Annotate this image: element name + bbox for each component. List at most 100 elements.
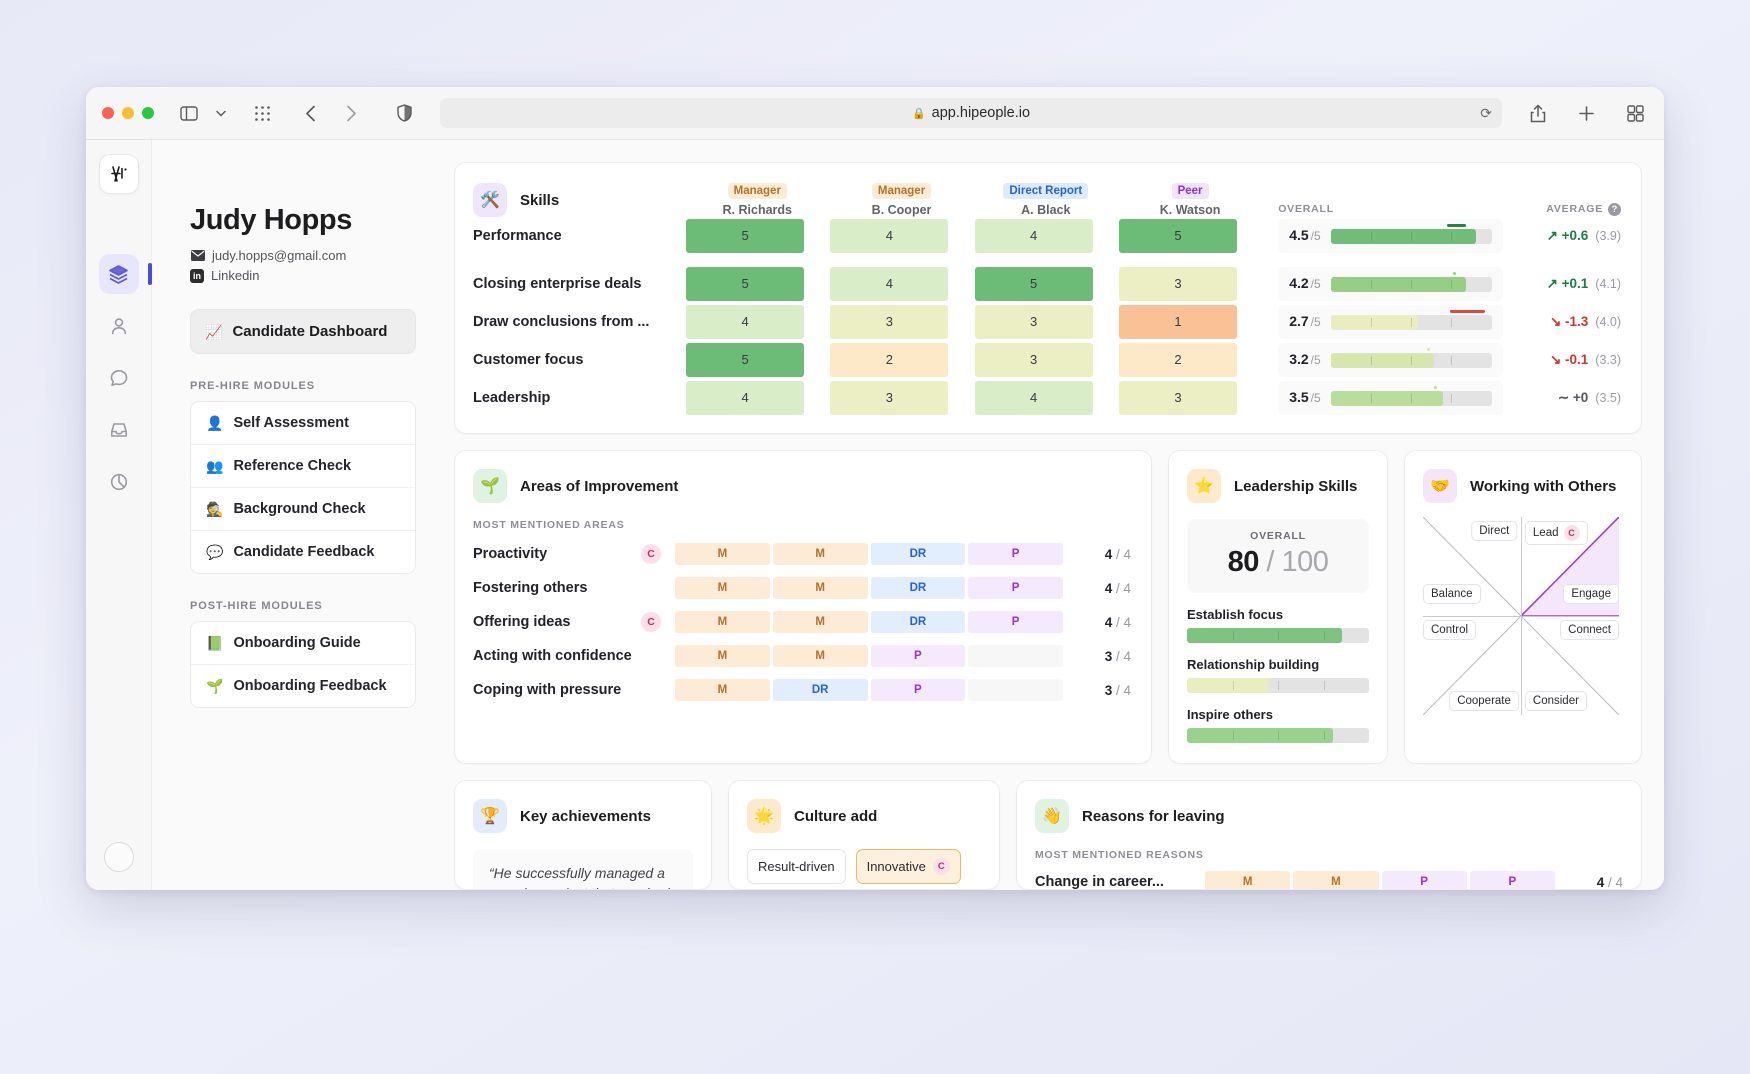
culture-tag-list: Result-driven Innovative C: [747, 849, 981, 884]
wwo-label-direct[interactable]: Direct: [1471, 521, 1518, 541]
rail-item-chat[interactable]: [99, 358, 139, 398]
overall-column-header: OVERALL: [1278, 203, 1334, 215]
mention-count: 3 / 4: [1104, 682, 1131, 698]
culture-tag[interactable]: Result-driven: [747, 849, 846, 884]
wwo-label-text: Direct: [1479, 525, 1510, 537]
wwo-card-title: Working with Others: [1470, 477, 1617, 495]
window-controls[interactable]: [102, 107, 154, 119]
tools-emoji-icon: 🛠️: [473, 183, 507, 217]
mention-count: 3 / 4: [1104, 648, 1131, 664]
rater-tag: [968, 679, 1063, 701]
wwo-label-engage[interactable]: Engage: [1563, 584, 1619, 605]
privacy-shield-icon[interactable]: [393, 100, 416, 126]
overall-denominator: /5: [1310, 353, 1321, 367]
reasons-list: Change in career... M M P P 4 / 4: [1035, 867, 1623, 890]
rater-name: B. Cooper: [871, 203, 932, 217]
minimize-window-button[interactable]: [122, 107, 134, 119]
leadership-score: 80 / 100: [1187, 546, 1369, 579]
average-cell: ∼ +0 (3.5): [1511, 390, 1621, 406]
rater-tag: M: [675, 645, 770, 667]
sidebar-toggle-icon[interactable]: [176, 100, 202, 126]
wwo-label-connect[interactable]: Connect: [1560, 619, 1619, 640]
reload-icon[interactable]: ⟳: [1480, 105, 1492, 122]
rater-tag: DR: [870, 577, 966, 599]
help-icon[interactable]: ?: [1608, 202, 1621, 216]
key-achievements-quote-box: “He successfully managed a complex proje…: [473, 849, 693, 889]
share-icon[interactable]: [1526, 100, 1550, 126]
sidebar-item-background-check[interactable]: 🕵️ Background Check: [191, 488, 415, 531]
rail-item-person[interactable]: [99, 306, 139, 346]
sidebar-item-self-assessment[interactable]: 👤 Self Assessment: [191, 402, 415, 445]
wwo-label-consider[interactable]: Consider: [1524, 691, 1587, 711]
rail-item-layers[interactable]: [98, 254, 152, 294]
address-bar[interactable]: 🔒 app.hipeople.io ⟳: [440, 98, 1502, 128]
aoi-list: Proactivity C M M DR P 4 / 4 Fostering others M M…: [473, 537, 1131, 707]
skill-name: Closing enterprise deals: [473, 276, 642, 292]
culture-add-card: 🌟 Culture add Result-driven Innovative C: [728, 780, 1000, 890]
sidebar-item-onboarding-guide[interactable]: 📗 Onboarding Guide: [191, 622, 415, 665]
average-delta: ↘ -1.3: [1549, 314, 1589, 329]
rail-item-inbox[interactable]: [99, 410, 139, 450]
skill-score-cell: 4: [974, 381, 1093, 415]
rater-tag: M: [1293, 871, 1379, 889]
wwo-label-control[interactable]: Control: [1423, 619, 1477, 640]
linkedin-row[interactable]: in Linkedin: [190, 268, 416, 283]
skill-score-cell: 5: [686, 267, 805, 301]
rater-tag-track: M DR P: [675, 679, 1063, 701]
wwo-label-text: Connect: [1568, 623, 1611, 636]
skill-score-cell: 5: [1118, 219, 1237, 253]
candidate-chip: C: [641, 612, 661, 632]
posthire-section-title: POST-HIRE MODULES: [190, 600, 323, 612]
leadership-bar-label: Relationship building: [1187, 657, 1320, 672]
sidebar-item-onboarding-feedback[interactable]: 🌱 Onboarding Feedback: [191, 665, 415, 707]
mention-count: 4 / 4: [1104, 580, 1131, 596]
rater-tag: M: [675, 577, 770, 599]
sidebar-item-candidate-feedback[interactable]: 💬 Candidate Feedback: [191, 531, 415, 573]
skill-score-cell: 3: [1118, 267, 1237, 301]
close-window-button[interactable]: [102, 107, 114, 119]
wwo-label-lead[interactable]: Lead C: [1524, 521, 1588, 545]
aoi-subtitle: MOST MENTIONED AREAS: [473, 519, 625, 531]
tab-overview-icon[interactable]: [1623, 100, 1648, 126]
average-delta: ↘ -0.1: [1549, 352, 1589, 367]
rater-tag: M: [772, 645, 868, 667]
rater-tag: P: [968, 543, 1063, 565]
rail-item-analytics[interactable]: [99, 462, 139, 502]
average-cell: ↗ +0.6 (3.9): [1511, 228, 1621, 244]
hipeople-logo[interactable]: [98, 154, 139, 194]
new-tab-icon[interactable]: [1574, 100, 1599, 126]
user-avatar[interactable]: [103, 842, 134, 872]
back-icon[interactable]: [301, 100, 320, 126]
email-row[interactable]: judy.hopps@gmail.com: [190, 248, 416, 263]
rater-role-pill: Direct Report: [1003, 183, 1089, 199]
apps-grid-icon[interactable]: [250, 100, 275, 126]
sidebar-item-reference-check[interactable]: 👥 Reference Check: [191, 445, 415, 488]
wwo-label-cooperate[interactable]: Cooperate: [1449, 691, 1519, 711]
forward-icon[interactable]: [342, 100, 361, 126]
handshake-emoji-icon: 🤝: [1423, 469, 1457, 503]
mention-count: 4 / 4: [1596, 874, 1623, 890]
sidebar-item-candidate-dashboard[interactable]: 📈 Candidate Dashboard: [190, 309, 416, 354]
key-achievements-header: 🏆 Key achievements: [473, 799, 693, 833]
candidate-sidebar: Judy Hopps judy.hopps@gmail.com in Linke…: [152, 140, 440, 890]
list-item: Proactivity C M M DR P 4 / 4: [473, 537, 1131, 571]
page-title: Judy Hopps: [190, 204, 352, 236]
reason-name: Change in career...: [1035, 874, 1164, 890]
list-item: Change in career... M M P P 4 / 4: [1035, 867, 1623, 890]
wwo-label-text: Engage: [1571, 588, 1611, 601]
wwo-label-balance[interactable]: Balance: [1423, 584, 1481, 605]
culture-tag[interactable]: Innovative C: [855, 849, 961, 884]
maximize-window-button[interactable]: [142, 107, 154, 119]
sidebar-item-label: Onboarding Guide: [233, 635, 361, 651]
green-book-emoji-icon: 📗: [206, 635, 224, 651]
skill-score-cell: 4: [686, 305, 805, 339]
chevron-down-icon[interactable]: [212, 100, 230, 126]
skills-table: 🛠️ Skills Manager R. Richards Manager B. C…: [473, 181, 1621, 417]
leadership-bar-label: Establish focus: [1187, 607, 1284, 622]
overall-cell: 4.2/5: [1278, 267, 1503, 301]
average-cell: ↘ -1.3 (4.0): [1511, 314, 1621, 330]
benchmark-marker: [1446, 223, 1466, 227]
list-item: Acting with confidence M M P 3 / 4: [473, 639, 1131, 673]
skills-card-header: 🛠️ Skills: [473, 183, 685, 217]
overall-value: 3.2: [1289, 351, 1309, 367]
